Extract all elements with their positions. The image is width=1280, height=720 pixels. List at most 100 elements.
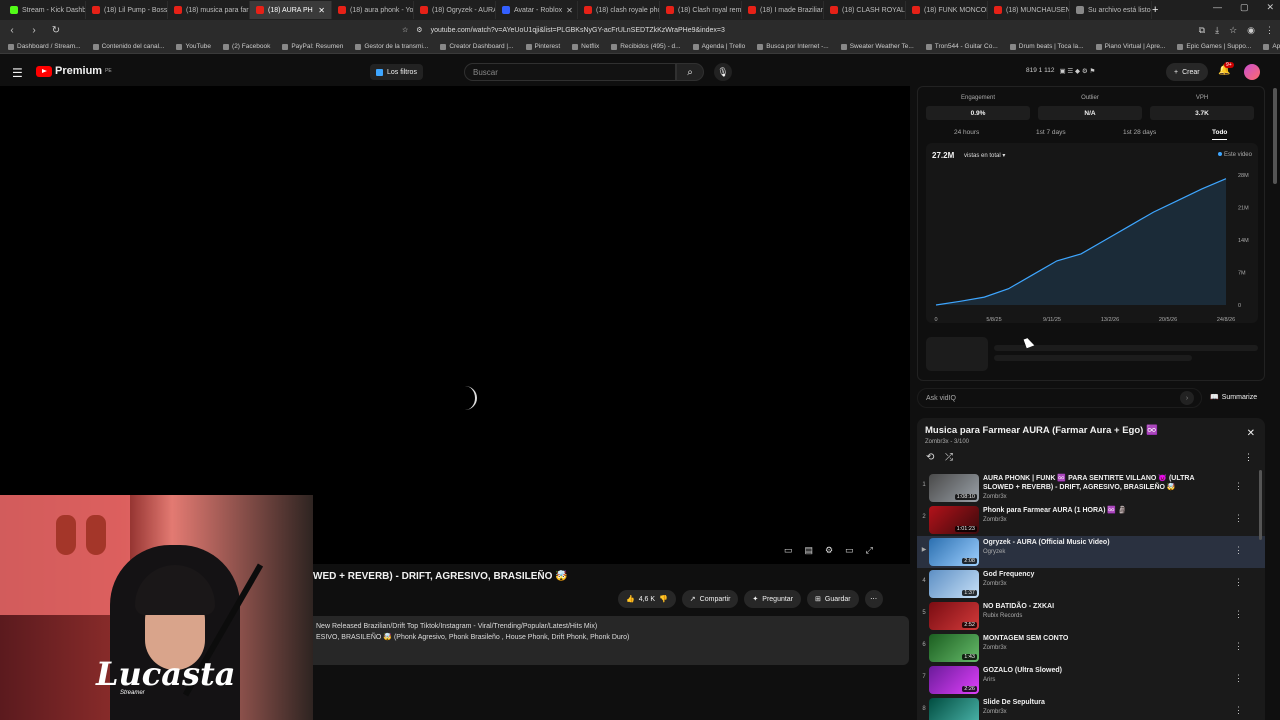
minimize-icon[interactable]: — [1213,2,1222,13]
reload-icon[interactable]: ↻ [50,25,62,36]
playlist-item[interactable]: 7 2:26 GOZALO (Ultra Slowed) Arirs ⋮ [917,664,1265,696]
thumbs-down-icon[interactable]: 👎 [659,595,668,603]
close-icon[interactable]: ✕ [1266,2,1274,13]
browser-tab[interactable]: (18) Lil Pump - Boss✕ [86,1,168,19]
playlist-item[interactable]: 4 1:37 God Frequency Zombr3x ⋮ [917,568,1265,600]
playlist-item[interactable]: 5 2:52 NO BATIDÃO - ZXKAI Rubix Records ⋮ [917,600,1265,632]
vidiq-stats[interactable]: 819 1 112 ▣ ☰ ◆ ⚙ ⚑ [1026,67,1095,75]
playlist-thumbnail[interactable]: 1:08:10 [929,474,979,502]
forward-icon[interactable]: › [28,25,40,36]
voice-search-button[interactable]: 🎙 [714,63,732,81]
bookmark-item[interactable]: Apoya a un creador... [1263,43,1280,50]
share-button[interactable]: ↗ Compartir [681,590,739,608]
bookmark-item[interactable]: Epic Games | Suppo... [1177,43,1251,50]
playlist-thumbnail[interactable]: 1:43 [929,634,979,662]
browser-tab[interactable]: (18) Ogryzek - AURA✕ [414,1,496,19]
save-button[interactable]: ⊞ Guardar [807,590,859,608]
ask-button[interactable]: ✦ Preguntar [744,590,802,608]
search-input[interactable]: Buscar [464,63,676,81]
range-tab[interactable]: Todo [1212,129,1228,140]
loop-icon[interactable]: ⟲ [926,452,934,463]
playlist-thumbnail[interactable] [929,698,979,720]
description-box[interactable]: New Released Brazilian/Drift Top Tiktok/… [313,616,909,665]
maximize-icon[interactable]: ▢ [1240,2,1249,13]
settings-gear-icon[interactable]: ⚙ [825,545,833,556]
bookmark-item[interactable]: Contenido del canal... [92,43,164,50]
search-button[interactable]: ⌕ [676,63,704,81]
browser-tab[interactable]: (18) clash royale pho✕ [578,1,660,19]
tab-close-icon[interactable]: ✕ [318,6,325,15]
video-player[interactable] [0,86,910,564]
item-menu-icon[interactable]: ⋮ [1234,705,1243,716]
site-info-icon[interactable]: ⚙ [416,26,422,34]
bookmark-item[interactable]: YouTube [176,43,211,50]
playlist-item[interactable]: 2 1:01:23 Phonk para Farmear AURA (1 HORA)… [917,504,1265,536]
item-menu-icon[interactable]: ⋮ [1234,609,1243,620]
playlist-item[interactable]: 1 1:08:10 AURA PHONK | FUNK ♾️ PARA SENTIR… [917,472,1265,504]
bookmark-item[interactable]: Drum beats | Toca la... [1009,43,1084,50]
item-menu-icon[interactable]: ⋮ [1234,545,1243,556]
browser-tab[interactable]: Avatar - Roblox ✕ [496,1,578,19]
ask-vidiq-input[interactable]: Ask vidIQ [917,388,1202,408]
bookmark-item[interactable]: Busca por Internet -... [757,43,829,50]
page-scrollbar[interactable] [1273,88,1277,184]
bookmark-item[interactable]: PayPal: Resumen [282,43,343,50]
browser-tab[interactable]: (18) Clash royal remi✕ [660,1,742,19]
playlist-item[interactable]: 6 1:43 MONTAGEM SEM CONTO Zombr3x ⋮ [917,632,1265,664]
playlist-menu-icon[interactable]: ⋮ [1244,452,1253,463]
range-tab[interactable]: 1st 7 days [1036,129,1066,136]
range-tab[interactable]: 1st 28 days [1123,129,1156,136]
bookmark-item[interactable]: Agenda | Trello [692,43,745,50]
browser-tab[interactable]: (18) AURA PH ✕ [250,1,332,19]
youtube-premium-logo[interactable]: Premium PE [36,65,112,77]
miniplayer-icon[interactable]: ▤ [805,545,814,556]
browser-tab[interactable]: (18) aura phonk - You✕ [332,1,414,19]
account-avatar[interactable] [1244,64,1260,80]
url-field[interactable]: ☆ ⚙ youtube.com/watch?v=AYeUoU1qji&list=… [402,22,912,38]
bookmark-star-icon[interactable]: ☆ [402,26,408,34]
playlist-thumbnail[interactable]: 2:08 [929,538,979,566]
new-tab-icon[interactable]: + [1152,4,1158,16]
bookmark-item[interactable]: Piano Virtual | Apre... [1095,43,1165,50]
playlist-thumbnail[interactable]: 1:01:23 [929,506,979,534]
bookmark-item[interactable]: Creator Dashboard |... [440,43,514,50]
send-arrow-icon[interactable]: › [1180,391,1194,405]
browser-menu-icon[interactable]: ⋮ [1265,25,1274,36]
playlist-thumbnail[interactable]: 1:37 [929,570,979,598]
bookmark-item[interactable]: Recibidos (495) - d... [611,43,681,50]
extension-icon[interactable]: ⧉ [1199,25,1205,36]
download-icon[interactable]: ⤓ [1215,25,1219,36]
playlist-item[interactable]: ▶ 2:08 Ogryzek - AURA (Official Music Vide… [917,536,1265,568]
shuffle-icon[interactable]: ⤮ [945,452,953,463]
browser-tab[interactable]: Stream - Kick Dashbo✕ [4,1,86,19]
hamburger-menu-icon[interactable]: ☰ [12,66,23,80]
bookmark-item[interactable]: (2) Facebook [223,43,270,50]
bookmark-icon[interactable]: ☆ [1229,25,1237,36]
playlist-item[interactable]: 8 Slide De Sepultura Zombr3x ⋮ [917,696,1265,720]
like-button[interactable]: 👍 4,6 K 👎 [618,590,676,608]
bookmark-item[interactable]: Netflix [572,43,599,50]
theater-mode-icon[interactable]: ▭ [845,545,854,556]
browser-tab[interactable]: (18) I made Brazilian✕ [742,1,824,19]
browser-tab[interactable]: (18) musica para farm✕ [168,1,250,19]
item-menu-icon[interactable]: ⋮ [1234,513,1243,524]
playlist-scrollbar[interactable] [1259,470,1262,540]
item-menu-icon[interactable]: ⋮ [1234,673,1243,684]
subtitles-icon[interactable]: ▭ [784,545,793,556]
back-icon[interactable]: ‹ [6,25,18,36]
summarize-button[interactable]: 📖 Summarize [1210,393,1257,402]
bookmark-item[interactable]: Pinterest [525,43,560,50]
close-playlist-icon[interactable]: ✕ [1247,428,1255,439]
tab-close-icon[interactable]: ✕ [566,6,573,15]
bookmark-item[interactable]: Tron544 - Guitar Co... [925,43,998,50]
bookmark-item[interactable]: Dashboard / Stream... [8,43,81,50]
browser-tab[interactable]: Su archivo está listo!✕ [1070,1,1152,19]
playlist-title[interactable]: Musica para Farmear AURA (Farmar Aura + … [925,425,1158,436]
filters-button[interactable]: Los filtros [370,64,423,80]
playlist-thumbnail[interactable]: 2:52 [929,602,979,630]
playlist-thumbnail[interactable]: 2:26 [929,666,979,694]
item-menu-icon[interactable]: ⋮ [1234,641,1243,652]
item-menu-icon[interactable]: ⋮ [1234,481,1243,492]
notifications-button[interactable]: 🔔 9+ [1218,62,1234,76]
item-menu-icon[interactable]: ⋮ [1234,577,1243,588]
